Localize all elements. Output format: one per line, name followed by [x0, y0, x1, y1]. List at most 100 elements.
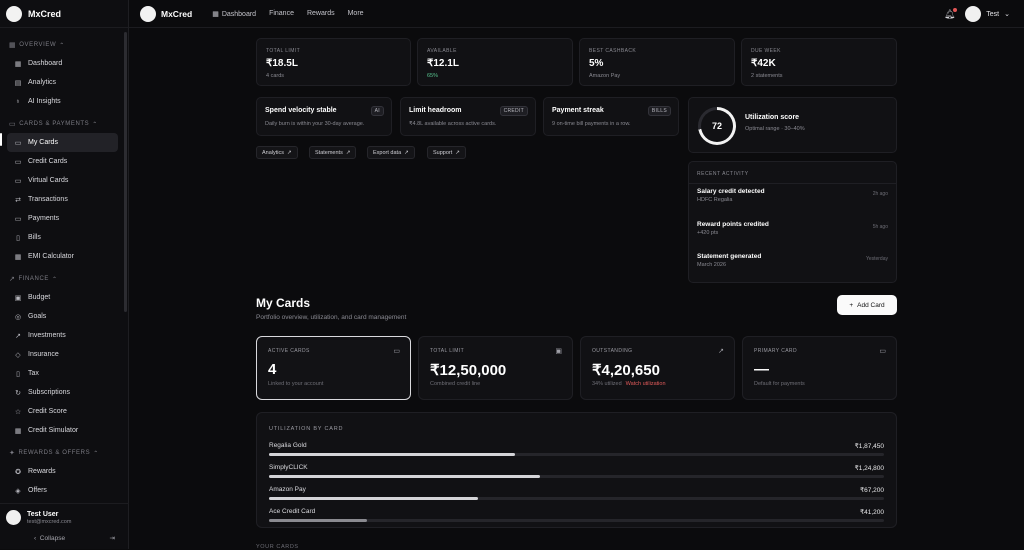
utilization-row[interactable]: Amazon Pay ₹67,200	[269, 486, 884, 506]
link-label: Analytics	[262, 149, 285, 156]
sidebar-item-label: Credit Cards	[28, 158, 68, 165]
utilization-row[interactable]: Regalia Gold ₹1,87,450	[269, 442, 884, 462]
sidebar-item-offers[interactable]: ◈ Offers	[7, 481, 118, 500]
avatar	[6, 510, 21, 525]
utilization-track	[269, 475, 884, 478]
insight-badge: AI	[370, 106, 384, 116]
trend-up-icon: ↗	[15, 332, 21, 340]
collapse-button[interactable]: ‹ Collapse	[34, 535, 65, 542]
bell-icon[interactable]: 🔔︎	[944, 7, 958, 20]
activity-item[interactable]: Reward points credited +420 pts 5h ago	[697, 221, 888, 243]
sidebar-scrollbar[interactable]	[124, 32, 127, 312]
card-amount: ₹41,200	[859, 509, 884, 516]
sidebar-item-credit-cards[interactable]: ▭ Credit Cards	[7, 152, 118, 171]
sidebar-item-emi-calculator[interactable]: ▦ EMI Calculator	[7, 247, 118, 266]
user-menu[interactable]: Test ⌄	[965, 6, 1010, 22]
metric-total-limit[interactable]: TOTAL LIMIT ▣ ₹12,50,000 Combined credit…	[418, 336, 573, 400]
section-overview[interactable]: ▦ OVERVIEW ⌃	[0, 36, 122, 54]
sidebar-item-label: Analytics	[28, 79, 57, 86]
nav-more[interactable]: More	[348, 10, 364, 18]
nav-dashboard[interactable]: ▦ Dashboard	[212, 10, 256, 18]
logout-icon[interactable]: ⇥	[110, 534, 115, 542]
metric-sub: Combined credit line	[430, 381, 481, 387]
sidebar-item-insurance[interactable]: ◇ Insurance	[7, 345, 118, 364]
nav-rewards[interactable]: Rewards	[307, 10, 335, 18]
stat-label: DUE WEEK	[751, 48, 781, 54]
nav-finance[interactable]: Finance	[269, 10, 294, 18]
refresh-icon: ↻	[15, 389, 21, 397]
link-analytics[interactable]: Analytics ↗	[256, 146, 298, 159]
sidebar-item-transactions[interactable]: ⇄ Transactions	[7, 190, 118, 209]
stat-value: ₹42K	[751, 58, 776, 69]
divider	[689, 183, 896, 184]
link-statements[interactable]: Statements ↗	[309, 146, 357, 159]
target-icon: ◎	[14, 313, 22, 321]
card-amount: ₹1,87,450	[854, 443, 884, 450]
bulb-icon: ♁	[15, 98, 21, 105]
grid-icon: ▦	[14, 60, 22, 68]
sidebar-brand[interactable]: MxCred	[0, 0, 128, 28]
utilization-score-value: 72	[711, 121, 722, 131]
sidebar-item-my-cards[interactable]: ▭ My Cards	[7, 133, 118, 152]
stat-best-cashback: BEST CASHBACK 5% Amazon Pay	[579, 38, 735, 86]
sidebar-item-label: Investments	[28, 332, 66, 339]
calculator-icon: ▦	[14, 427, 22, 435]
brand-name: MxCred	[161, 8, 193, 19]
utilization-row[interactable]: Ace Credit Card ₹41,200	[269, 508, 884, 528]
section-rewards-offers[interactable]: ✦ REWARDS & OFFERS ⌃	[0, 444, 122, 462]
insight-limit-headroom[interactable]: Limit headroom CREDIT ₹4.8L available ac…	[400, 97, 536, 136]
utilization-row[interactable]: SimplyCLICK ₹1,24,800	[269, 464, 884, 484]
topbar: MxCred ▦ Dashboard Finance Rewards More 🔔…	[129, 0, 1024, 28]
metric-primary-card[interactable]: PRIMARY CARD ▭ — Default for payments	[742, 336, 897, 400]
sidebar-item-credit-simulator[interactable]: ▦ Credit Simulator	[7, 421, 118, 440]
sidebar: MxCred ▦ OVERVIEW ⌃ ▦ Dashboard ▤ Analytics …	[0, 0, 129, 549]
sidebar-item-investments[interactable]: ↗ Investments	[7, 326, 118, 345]
user-name: Test User	[27, 510, 59, 518]
sidebar-item-analytics[interactable]: ▤ Analytics	[7, 73, 118, 92]
metric-sub: Default for payments	[754, 381, 805, 387]
sidebar-item-label: AI Insights	[28, 98, 61, 105]
user-email: test@mxcred.com	[27, 518, 72, 525]
sidebar-item-payments[interactable]: ▭ Payments	[7, 209, 118, 228]
activity-title: Statement generated	[697, 253, 762, 260]
activity-title: Reward points credited	[697, 221, 769, 228]
trend-up-icon: ↗	[718, 348, 724, 355]
section-cards-payments[interactable]: ▭ CARDS & PAYMENTS ⌃	[0, 115, 122, 133]
metric-outstanding[interactable]: OUTSTANDING ↗ ₹4,20,650 34% utilized Watc…	[580, 336, 735, 400]
metric-label: ACTIVE CARDS	[268, 348, 310, 354]
swap-icon: ⇄	[15, 196, 21, 204]
link-export-data[interactable]: Export data ↗	[367, 146, 415, 159]
sidebar-item-goals[interactable]: ◎ Goals	[7, 307, 118, 326]
collapse-row: ‹ Collapse ⇥	[0, 531, 129, 545]
sidebar-item-rewards[interactable]: ✪ Rewards	[7, 462, 118, 481]
link-support[interactable]: Support ↗	[427, 146, 466, 159]
sidebar-item-ai-insights[interactable]: ♁ AI Insights	[7, 92, 118, 111]
page-subtitle: Portfolio overview, utilization, and car…	[256, 314, 407, 321]
sidebar-item-credit-score[interactable]: ☆ Credit Score	[7, 402, 118, 421]
metric-active-cards[interactable]: ACTIVE CARDS ▭ 4 Linked to your account	[256, 336, 411, 400]
sidebar-item-label: Credit Score	[28, 408, 67, 415]
sidebar-item-budget[interactable]: ▣ Budget	[7, 288, 118, 307]
activity-sub: March 2026	[697, 262, 727, 268]
card-icon: ▭	[879, 348, 886, 355]
sidebar-item-subscriptions[interactable]: ↻ Subscriptions	[7, 383, 118, 402]
sidebar-item-tax[interactable]: ▯ Tax	[7, 364, 118, 383]
insight-spend-velocity[interactable]: Spend velocity stable AI Daily burn is w…	[256, 97, 392, 136]
topbar-brand[interactable]: MxCred	[140, 5, 193, 22]
calculator-icon: ▦	[14, 253, 22, 261]
insight-title: Payment streak	[552, 107, 604, 114]
sidebar-item-bills[interactable]: ▯ Bills	[7, 228, 118, 247]
add-card-button[interactable]: + Add Card	[837, 295, 897, 315]
insight-desc: Daily burn is within your 30-day average…	[265, 121, 365, 127]
sidebar-item-dashboard[interactable]: ▦ Dashboard	[7, 54, 118, 73]
section-finance[interactable]: ↗ FINANCE ⌃	[0, 270, 122, 288]
sidebar-user[interactable]: Test User test@mxcred.com	[0, 503, 129, 531]
section-title: CARDS & PAYMENTS	[19, 121, 90, 127]
activity-item[interactable]: Statement generated March 2026 Yesterday	[697, 253, 888, 275]
sidebar-item-label: My Cards	[28, 139, 58, 146]
shield-icon: ◇	[15, 351, 21, 359]
sidebar-item-virtual-cards[interactable]: ▭ Virtual Cards	[7, 171, 118, 190]
activity-item[interactable]: Salary credit detected HDFC Regalia 2h a…	[697, 188, 888, 210]
insight-payment-streak[interactable]: Payment streak BILLS 9 on-time bill paym…	[543, 97, 679, 136]
card-icon: ▭	[14, 177, 22, 185]
